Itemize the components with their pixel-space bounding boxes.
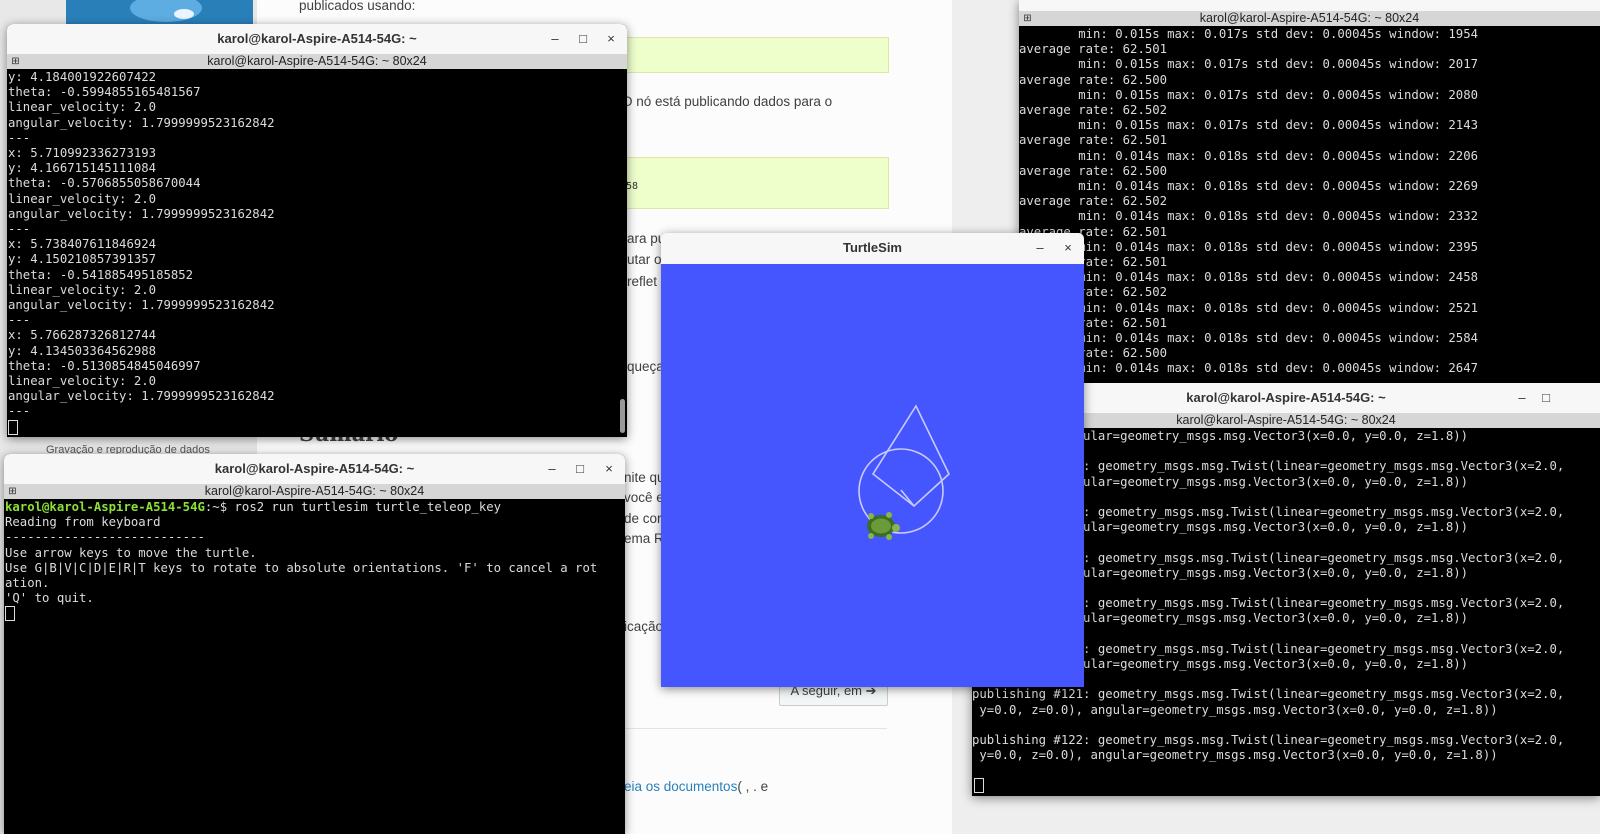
doc-fragment: nite qu: [624, 470, 665, 485]
terminal-window-hz[interactable]: ⊞ karol@karol-Aspire-A514-54G: ~ 80x24 m…: [1019, 0, 1600, 384]
window-title: karol@karol-Aspire-A514-54G: ~: [1186, 390, 1386, 405]
window-titlebar[interactable]: karol@karol-Aspire-A514-54G: ~ – □ ×: [4, 454, 625, 484]
terminal-cursor: [974, 778, 984, 793]
terminal-output[interactable]: y: 4.184001922607422 theta: -0.599485516…: [8, 70, 627, 420]
window-titlebar[interactable]: karol@karol-Aspire-A514-54G: ~ – □ ×: [7, 24, 627, 54]
close-icon[interactable]: ×: [1058, 233, 1078, 263]
doc-paragraph: O nó está publicando dados para o: [622, 94, 833, 109]
maximize-icon[interactable]: □: [1536, 383, 1556, 413]
doc-fragment: queça: [627, 359, 664, 374]
command-output: Reading from keyboard ------------------…: [5, 515, 598, 606]
command-text: ros2 run turtlesim turtle_teleop_key: [227, 500, 502, 514]
window-titlebar[interactable]: TurtleSim – ×: [661, 233, 1084, 263]
doc-fragment: utar o: [627, 252, 662, 267]
maximize-icon[interactable]: □: [573, 24, 593, 54]
turtlesim-canvas: [661, 264, 1084, 687]
terminal-window-teleop[interactable]: karol@karol-Aspire-A514-54G: ~ – □ × ⊞ k…: [4, 454, 625, 834]
terminal-output[interactable]: karol@karol-Aspire-A514-54G:~$ ros2 run …: [5, 500, 625, 606]
terminal-output[interactable]: min: 0.015s max: 0.017s std dev: 0.00045…: [1019, 27, 1600, 377]
footer-rest: ( , . e: [737, 779, 769, 794]
doc-fragment: reflet: [627, 274, 658, 289]
terminal-tab-title: karol@karol-Aspire-A514-54G: ~ 80x24: [1199, 11, 1420, 25]
titlebar-partial: [1019, 0, 1600, 11]
tab-menu-icon[interactable]: ⊞: [10, 56, 21, 67]
terminal-cursor: [5, 606, 15, 621]
terminal-cursor: [8, 420, 18, 435]
terminal-tab-title: karol@karol-Aspire-A514-54G: ~ 80x24: [204, 484, 425, 498]
close-icon[interactable]: ×: [601, 24, 621, 54]
tab-menu-icon[interactable]: ⊞: [1022, 13, 1033, 24]
close-icon[interactable]: ×: [599, 454, 619, 484]
minimize-icon[interactable]: –: [1030, 233, 1050, 263]
maximize-icon[interactable]: □: [570, 454, 590, 484]
terminal-tab-bar[interactable]: ⊞ karol@karol-Aspire-A514-54G: ~ 80x24: [7, 54, 627, 69]
turtle-trail: [871, 404, 950, 508]
doc-fragment: você e: [624, 490, 664, 505]
prompt-user: karol@karol-Aspire-A514-54G: [5, 500, 205, 514]
minimize-icon[interactable]: –: [545, 24, 565, 54]
terminal-window-echo[interactable]: karol@karol-Aspire-A514-54G: ~ – □ × ⊞ k…: [7, 24, 627, 437]
minimize-icon[interactable]: –: [542, 454, 562, 484]
turtle-icon: [867, 512, 900, 540]
docs-logo[interactable]: [66, 0, 253, 25]
doc-fragment: ara pu: [627, 231, 666, 246]
terminal-tab-bar[interactable]: ⊞ karol@karol-Aspire-A514-54G: ~ 80x24: [4, 484, 625, 499]
scrollbar-thumb[interactable]: [620, 399, 625, 433]
tab-menu-icon[interactable]: ⊞: [7, 486, 18, 497]
terminal-tab-title: karol@karol-Aspire-A514-54G: ~ 80x24: [1176, 413, 1396, 427]
terminal-tab-title: karol@karol-Aspire-A514-54G: ~ 80x24: [207, 54, 427, 68]
code-text: 58: [626, 181, 639, 192]
turtlesim-window[interactable]: TurtleSim – ×: [661, 233, 1084, 687]
window-title: karol@karol-Aspire-A514-54G: ~: [214, 461, 415, 476]
footer-link[interactable]: eia os documentos: [624, 779, 737, 794]
doc-fragment: icação: [624, 619, 664, 634]
minimize-icon[interactable]: –: [1512, 383, 1532, 413]
doc-fragment: de cor: [624, 511, 662, 526]
window-title: TurtleSim: [843, 240, 902, 255]
footer-text: eia os documentos( , . e: [624, 779, 768, 794]
doc-paragraph: publicados usando:: [299, 0, 416, 13]
prompt-path: :~$: [204, 500, 228, 514]
window-title: karol@karol-Aspire-A514-54G: ~: [217, 31, 417, 46]
terminal-tab-bar[interactable]: ⊞ karol@karol-Aspire-A514-54G: ~ 80x24: [1019, 11, 1600, 26]
